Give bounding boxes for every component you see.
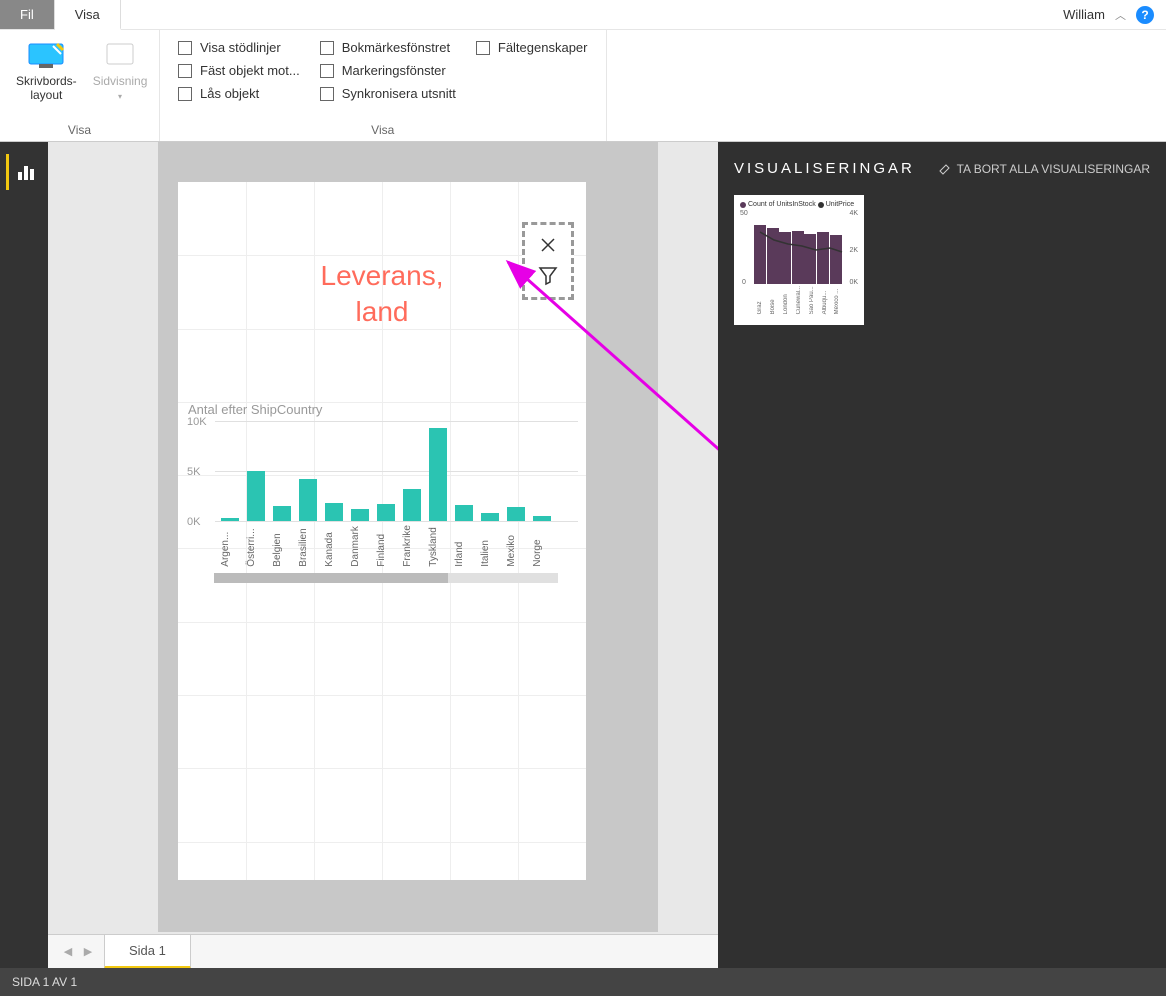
chart-xlabel: Mexiko [506, 525, 524, 567]
chart-bar[interactable] [351, 509, 369, 521]
visual-title: Leverans, land [321, 258, 444, 331]
left-rail [0, 142, 48, 968]
thumb-xlabel: Boise [770, 286, 776, 314]
chk-synkronisera[interactable]: Synkronisera utsnitt [320, 86, 456, 101]
main-area: Leverans, land Antal efter ShipCountry 1… [0, 142, 1166, 968]
thumb-xlabel: London [783, 286, 789, 314]
chk-las[interactable]: Lås objekt [178, 86, 300, 101]
chart-xlabel: Brasilien [298, 525, 316, 567]
chart-bar[interactable] [273, 506, 291, 521]
chart-bar[interactable] [481, 513, 499, 521]
ytick: 10K [187, 416, 207, 428]
tab-fil[interactable]: Fil [0, 0, 55, 29]
page-next-icon[interactable]: ▶ [78, 942, 98, 962]
chart-visual[interactable]: Antal efter ShipCountry 10K 5K 0K Argen.… [186, 402, 578, 602]
visualizations-panel: VISUALISERINGAR TA BORT ALLA VISUALISERI… [718, 142, 1166, 968]
ribbon-group-label-1: Visa [10, 123, 149, 139]
canvas-area[interactable]: Leverans, land Antal efter ShipCountry 1… [48, 142, 718, 968]
page-tab-1[interactable]: Sida 1 [104, 934, 191, 969]
filter-visual-button[interactable] [522, 222, 574, 300]
chart-bar[interactable] [507, 507, 525, 521]
thumb-xlabel: Albuqu... [822, 286, 828, 314]
ytick: 5K [187, 466, 200, 478]
close-icon[interactable] [539, 236, 557, 254]
thumb-legend: Count of UnitsInStock UnitPrice [740, 201, 858, 208]
skrivbordslayout-label: Skrivbords- layout [16, 74, 77, 103]
chart-bar[interactable] [455, 505, 473, 521]
chart-xlabel: Kanada [324, 525, 342, 567]
panel-title: VISUALISERINGAR [734, 160, 915, 177]
desktop-layout-icon [25, 40, 67, 72]
tab-visa[interactable]: Visa [55, 0, 121, 30]
chart-title: Antal efter ShipCountry [186, 402, 578, 417]
chk-fast[interactable]: Fäst objekt mot... [178, 63, 300, 78]
thumb-xlabel: Graz [757, 286, 763, 314]
chart-xlabel: Tyskland [428, 525, 446, 567]
chart-bar[interactable] [221, 518, 239, 521]
help-icon[interactable]: ? [1136, 6, 1154, 24]
chart-bar[interactable] [325, 503, 343, 521]
clear-all-button[interactable]: TA BORT ALLA VISUALISERINGAR [937, 162, 1150, 176]
eraser-icon [937, 162, 951, 176]
chart-xlabel: Irland [454, 525, 472, 567]
report-view-icon[interactable] [6, 154, 42, 190]
chk-faltegenskaper[interactable]: Fältegenskaper [476, 40, 588, 55]
chart-bar[interactable] [377, 504, 395, 521]
collapse-caret-icon[interactable]: ︿ [1115, 7, 1126, 23]
chart-xlabel: Norge [532, 525, 550, 567]
chart-bar[interactable] [533, 516, 551, 521]
ribbon: Skrivbords- layout Sidvisning ▾ Visa Vis… [0, 30, 1166, 142]
chart-xlabel: Danmark [350, 525, 368, 567]
chart-xlabel: Argen... [220, 525, 238, 567]
chk-stodlinjer[interactable]: Visa stödlinjer [178, 40, 300, 55]
chart-bar[interactable] [299, 479, 317, 521]
ribbon-group-label-2: Visa [170, 123, 596, 139]
chart-bar[interactable] [247, 471, 265, 521]
statusbar: SIDA 1 AV 1 [0, 968, 1166, 996]
chk-markering[interactable]: Markeringsfönster [320, 63, 456, 78]
sidvisning-label: Sidvisning ▾ [93, 74, 148, 103]
page-tabs: ◀ ▶ Sida 1 [48, 934, 718, 968]
chart-xlabel: Finland [376, 525, 394, 567]
ytick: 0K [187, 516, 200, 528]
user-label: William [1063, 7, 1105, 22]
page-view-icon [99, 40, 141, 72]
sidvisning-button[interactable]: Sidvisning ▾ [87, 36, 154, 107]
funnel-icon[interactable] [537, 264, 559, 286]
status-text: SIDA 1 AV 1 [12, 975, 77, 989]
chart-xlabel: Österri... [246, 525, 264, 567]
chart-plot: 10K 5K 0K [214, 421, 578, 521]
phone-canvas[interactable]: Leverans, land Antal efter ShipCountry 1… [178, 182, 586, 880]
chart-xlabel: Italien [480, 525, 498, 567]
titlebar: Fil Visa William ︿ ? [0, 0, 1166, 30]
chart-bar[interactable] [403, 489, 421, 521]
skrivbordslayout-button[interactable]: Skrivbords- layout [10, 36, 83, 107]
thumb-xlabel: Cunewal... [796, 286, 802, 314]
thumb-xlabel: México ... [834, 286, 840, 314]
visual-thumbnail[interactable]: Count of UnitsInStock UnitPrice 50 0 4K … [734, 195, 864, 325]
chart-xlabel: Belgien [272, 525, 290, 567]
chart-xlabel: Frankrike [402, 525, 420, 567]
chk-bokmarkes[interactable]: Bokmärkesfönstret [320, 40, 456, 55]
chart-scrollbar[interactable] [214, 573, 558, 583]
thumb-xlabel: São Pau... [809, 286, 815, 314]
page-prev-icon[interactable]: ◀ [58, 942, 78, 962]
chart-bar[interactable] [429, 428, 447, 521]
